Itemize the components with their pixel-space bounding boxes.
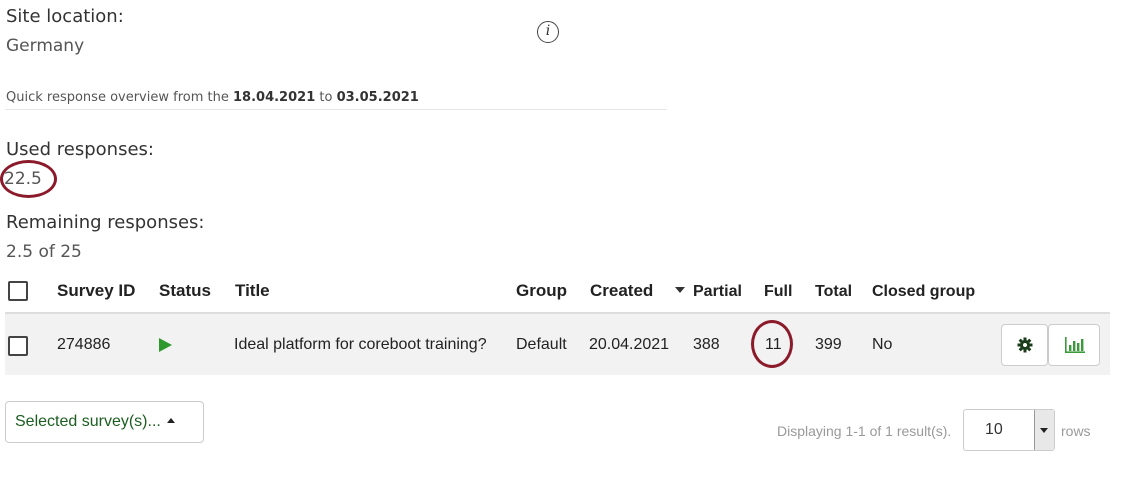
overview-from-date: 18.04.2021 <box>233 90 316 105</box>
column-header-full[interactable]: Full <box>764 283 792 301</box>
rows-label: rows <box>1061 423 1091 439</box>
cell-closed-group: No <box>872 336 893 353</box>
column-header-closed-group[interactable]: Closed group <box>872 283 975 301</box>
cell-partial: 388 <box>693 336 720 353</box>
select-all-checkbox[interactable] <box>8 281 28 301</box>
remaining-responses-value: 2.5 of 25 <box>6 242 82 262</box>
remaining-responses-label: Remaining responses: <box>6 212 205 233</box>
caret-up-icon <box>166 418 175 423</box>
used-responses-label: Used responses: <box>6 139 154 160</box>
column-header-group[interactable]: Group <box>516 281 567 301</box>
chevron-down-icon <box>1040 428 1048 433</box>
overview-to-word: to <box>319 90 333 105</box>
site-location-label: Site location: <box>6 6 124 27</box>
bar-chart-icon <box>1065 337 1085 353</box>
column-header-created[interactable]: Created <box>590 281 653 301</box>
cell-survey-id[interactable]: 274886 <box>57 336 110 354</box>
cell-title[interactable]: Ideal platform for coreboot training? <box>234 336 487 354</box>
quick-response-overview: Quick response overview from the 18.04.2… <box>6 90 419 105</box>
overview-to-date: 03.05.2021 <box>336 90 419 105</box>
selected-surveys-label: Selected survey(s)... <box>15 413 161 430</box>
row-checkbox[interactable] <box>8 336 28 356</box>
statistics-button[interactable] <box>1048 324 1100 366</box>
selected-surveys-button[interactable]: Selected survey(s)... <box>5 401 204 443</box>
overview-prefix: Quick response overview from the <box>6 90 229 105</box>
column-header-status[interactable]: Status <box>159 281 211 301</box>
cell-total: 399 <box>815 336 842 353</box>
column-header-survey-id[interactable]: Survey ID <box>57 281 135 301</box>
info-icon[interactable]: i <box>537 21 559 43</box>
highlight-circle-used <box>0 160 57 198</box>
gear-icon <box>1017 337 1033 353</box>
settings-button[interactable] <box>1001 324 1048 366</box>
page-size-dropdown-button[interactable] <box>1034 410 1054 450</box>
cell-created: 20.04.2021 <box>589 336 670 353</box>
highlight-circle-full <box>751 320 793 368</box>
column-header-total[interactable]: Total <box>815 283 852 301</box>
cell-group: Default <box>516 336 567 353</box>
column-header-partial[interactable]: Partial <box>693 283 742 301</box>
site-location-value: Germany <box>6 36 85 56</box>
pagination-summary: Displaying 1-1 of 1 result(s). <box>777 423 952 439</box>
active-status-play-icon <box>159 338 172 352</box>
sort-desc-icon <box>675 287 685 293</box>
page-size-value: 10 <box>985 421 1003 438</box>
column-header-title[interactable]: Title <box>235 281 270 301</box>
divider <box>5 109 667 110</box>
